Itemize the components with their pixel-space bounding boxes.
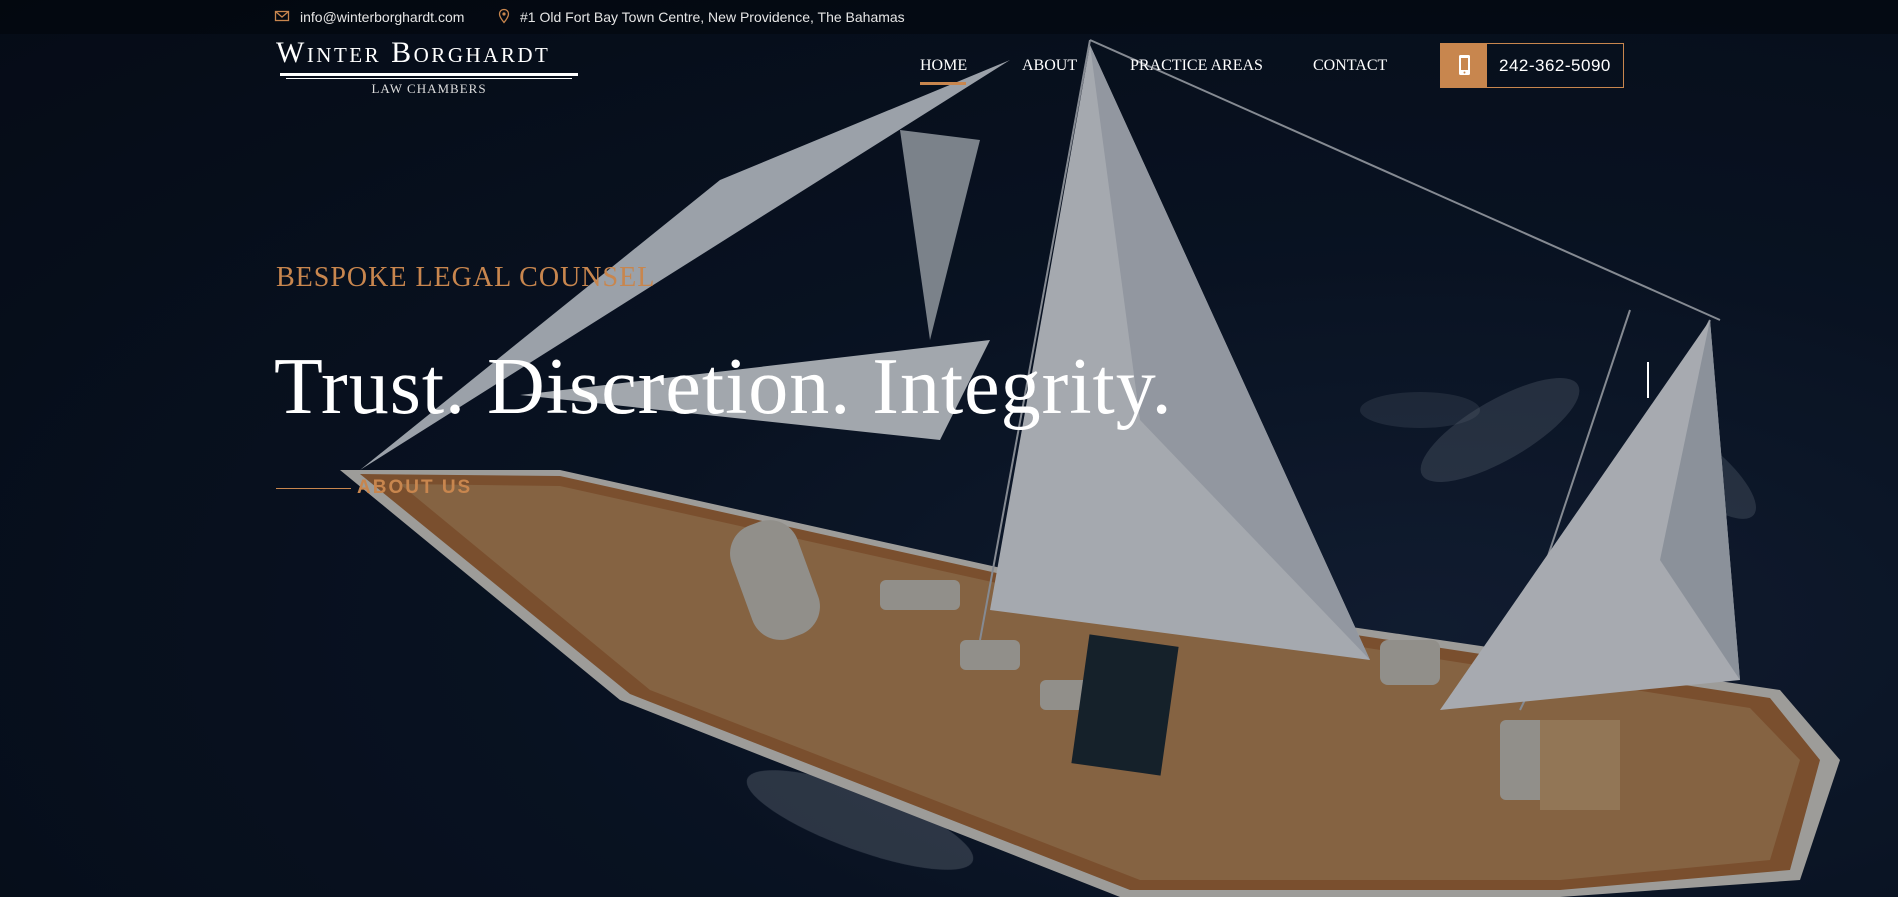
cta-decorative-line — [276, 488, 351, 489]
text-cursor — [1647, 362, 1649, 398]
nav-home[interactable]: HOME — [920, 57, 967, 75]
logo-name: Winter Borghardt — [276, 36, 551, 69]
envelope-icon — [274, 10, 290, 22]
phone-number: 242-362-5090 — [1499, 56, 1611, 75]
mobile-phone-icon — [1459, 55, 1470, 75]
logo-rule — [280, 73, 578, 76]
hero-headline: Trust. Discretion. Integrity. — [274, 343, 1173, 431]
nav-contact[interactable]: CONTACT — [1313, 57, 1387, 75]
logo-rule-thin — [286, 78, 572, 79]
site-logo[interactable]: Winter Borghardt LAW CHAMBERS — [276, 36, 582, 96]
hero-background — [0, 0, 1898, 897]
map-pin-icon — [498, 8, 510, 24]
nav-about[interactable]: ABOUT — [1022, 57, 1077, 75]
about-us-link[interactable]: ABOUT US — [357, 477, 472, 499]
nav-active-indicator — [920, 82, 966, 85]
logo-subtitle: LAW CHAMBERS — [371, 81, 487, 96]
nav-practice-areas[interactable]: PRACTICE AREAS — [1130, 57, 1263, 75]
hero-eyebrow: BESPOKE LEGAL COUNSEL — [276, 262, 656, 293]
phone-icon-box — [1441, 44, 1487, 87]
top-info-bar: info@winterborghardt.com #1 Old Fort Bay… — [0, 0, 1898, 34]
office-address: #1 Old Fort Bay Town Centre, New Provide… — [520, 9, 905, 25]
phone-button[interactable]: 242-362-5090 — [1440, 43, 1624, 88]
contact-email[interactable]: info@winterborghardt.com — [300, 9, 464, 25]
